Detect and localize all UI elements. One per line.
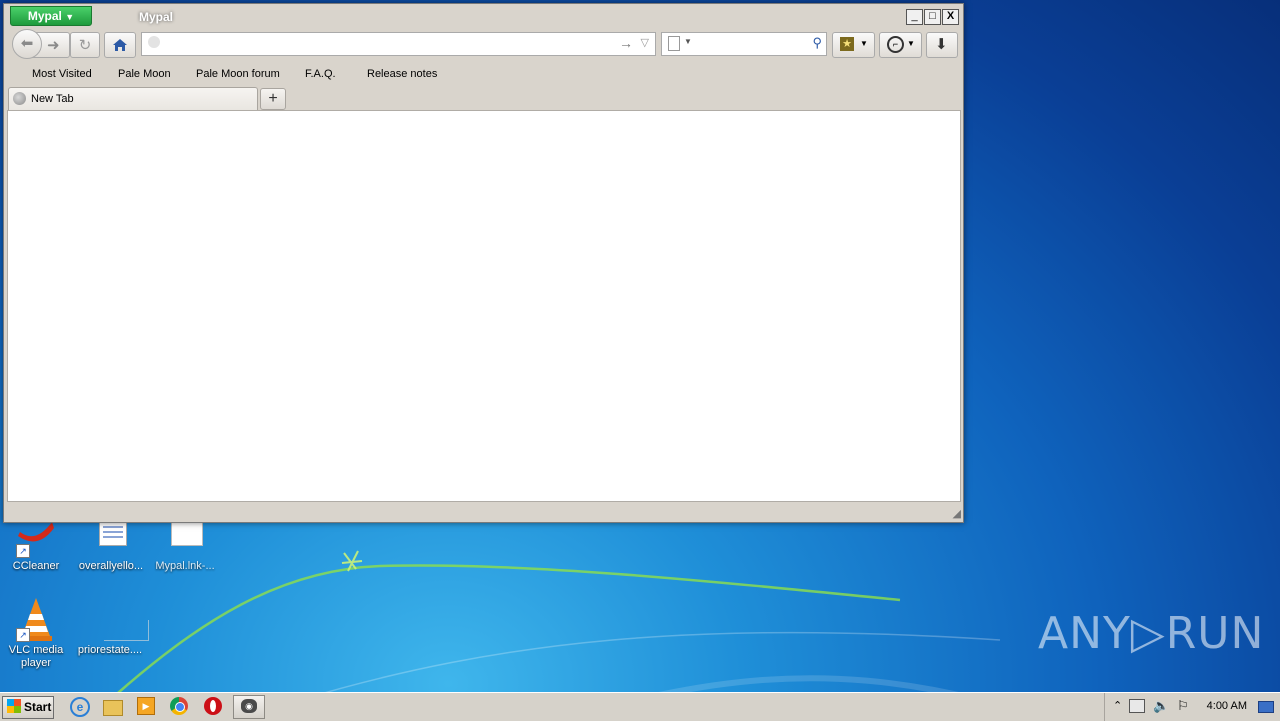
bookmark-faq[interactable]: F.A.Q. (305, 68, 336, 80)
search-input[interactable] (696, 35, 800, 51)
bookmarks-menu-button[interactable]: ★ ▼ (832, 32, 875, 58)
desktop-icon-ccleaner[interactable]: ↗ CCleaner (1, 518, 71, 573)
media-player-icon[interactable]: ▶ (137, 697, 157, 717)
url-bar[interactable]: → ▽ (141, 32, 656, 56)
reload-button[interactable]: ↻ (70, 32, 100, 58)
bookmark-star-icon: ★ (840, 37, 854, 51)
app-menu-label: Mypal (27, 9, 62, 23)
bookmark-release-notes[interactable]: Release notes (367, 68, 437, 80)
desktop-icon-label: VLC media player (8, 644, 64, 669)
tab-label: New Tab (31, 93, 74, 105)
shortcut-arrow-icon: ↗ (16, 628, 30, 642)
new-tab-button[interactable]: + (260, 88, 286, 110)
home-button[interactable] (104, 32, 136, 58)
back-button[interactable]: ⬅ (12, 29, 42, 59)
action-center-flag-icon[interactable]: ⚐ (1177, 698, 1189, 714)
history-button[interactable]: ⌐ ▼ (879, 32, 922, 58)
bookmark-pale-moon[interactable]: Pale Moon (118, 68, 171, 80)
desktop-icon-label: priorestate.... (77, 644, 143, 656)
opera-icon[interactable] (204, 697, 224, 717)
ccleaner-icon: ↗ (16, 518, 56, 558)
bookmark-pale-moon-forum[interactable]: Pale Moon forum (196, 68, 280, 80)
search-icon[interactable]: ⚲ (812, 35, 822, 51)
desktop-icon-overallyello[interactable]: overallyello... (76, 518, 146, 573)
globe-icon (13, 92, 26, 105)
system-tray: ⌃ 🔈 ⚐ 4:00 AM (1104, 693, 1280, 721)
start-label: Start (24, 700, 52, 714)
home-icon (113, 39, 127, 51)
desktop-icon-priorestate[interactable]: priorestate.... (75, 596, 149, 657)
maximize-button[interactable]: □ (924, 9, 941, 25)
browser-window: Mypal ▼ Mypal _ □ X ➜ ⬅ ↻ → ▽ ▼ ⚲ ★ ▼ ⌐ … (3, 3, 964, 523)
search-bar[interactable]: ▼ ⚲ (661, 32, 827, 56)
start-button[interactable]: Start (2, 696, 54, 719)
window-title: Mypal (139, 10, 174, 24)
shortcut-arrow-icon: ↗ (16, 544, 30, 558)
back-arrow-icon: ⬅ (20, 35, 34, 52)
bookmark-most-visited[interactable]: Most Visited (32, 68, 92, 80)
windows-logo-icon (7, 699, 21, 713)
chevron-down-icon: ▼ (860, 39, 868, 48)
bookmarks-toolbar: Most Visited Pale Moon Pale Moon forum F… (4, 64, 963, 84)
site-identity-icon (148, 36, 160, 48)
page-content[interactable] (7, 110, 961, 502)
mypal-taskbar-button[interactable]: ◉ (233, 695, 265, 719)
desktop-icon-label: Mypal.lnk-... (155, 560, 215, 572)
search-engine-icon[interactable] (668, 36, 680, 51)
blank-file-icon (90, 596, 149, 642)
show-hidden-icons-icon[interactable]: ⌃ (1113, 699, 1122, 712)
vlc-cone-icon: ↗ (16, 596, 56, 642)
desktop-icon-label: overallyello... (78, 560, 144, 572)
url-dropdown-icon[interactable]: ▽ (641, 36, 649, 49)
taskbar: Start e ▶ ◉ ⌃ 🔈 ⚐ 4:00 AM (0, 692, 1280, 721)
forward-icon[interactable]: ➜ (47, 36, 60, 54)
download-arrow-icon: ⬇ (935, 36, 948, 53)
chevron-down-icon: ▼ (684, 37, 692, 46)
resize-grip-icon[interactable]: ◢ (953, 507, 961, 520)
file-explorer-icon[interactable] (103, 697, 123, 717)
url-input[interactable] (166, 35, 610, 51)
network-icon[interactable] (1129, 699, 1145, 713)
app-menu-button[interactable]: Mypal ▼ (10, 6, 92, 26)
show-desktop-icon[interactable] (1258, 701, 1274, 713)
go-arrow-icon[interactable]: → (619, 35, 633, 51)
blank-file-icon (165, 518, 205, 558)
taskbar-clock[interactable]: 4:00 AM (1207, 700, 1247, 712)
internet-explorer-icon[interactable]: e (70, 697, 90, 717)
status-bar: ◢ (4, 502, 963, 522)
desktop-icon-mypal-lnk[interactable]: Mypal.lnk-... (150, 518, 220, 573)
minimize-button[interactable]: _ (906, 9, 923, 25)
reload-icon: ↻ (78, 37, 92, 54)
desktop-icon-label: CCleaner (12, 560, 60, 572)
volume-icon[interactable]: 🔈 (1153, 698, 1169, 714)
tab-strip: New Tab + (4, 86, 963, 110)
title-bar[interactable]: Mypal ▼ Mypal _ □ X (4, 4, 963, 28)
desktop-icon-vlc[interactable]: ↗ VLC media player (1, 596, 71, 670)
chevron-down-icon: ▼ (907, 39, 915, 48)
chrome-icon[interactable] (170, 697, 190, 717)
caption-buttons: _ □ X (905, 9, 959, 25)
downloads-button[interactable]: ⬇ (926, 32, 958, 58)
anyrun-watermark: ANY▷RUN (1038, 608, 1265, 659)
close-button[interactable]: X (942, 9, 959, 25)
mypal-raccoon-icon: ◉ (241, 699, 257, 713)
document-icon (91, 518, 131, 558)
clock-icon: ⌐ (887, 36, 904, 53)
navigation-toolbar: ➜ ⬅ ↻ → ▽ ▼ ⚲ ★ ▼ ⌐ ▼ ⬇ (4, 28, 963, 60)
chevron-down-icon: ▼ (65, 12, 75, 22)
tab-new-tab[interactable]: New Tab (8, 87, 258, 110)
